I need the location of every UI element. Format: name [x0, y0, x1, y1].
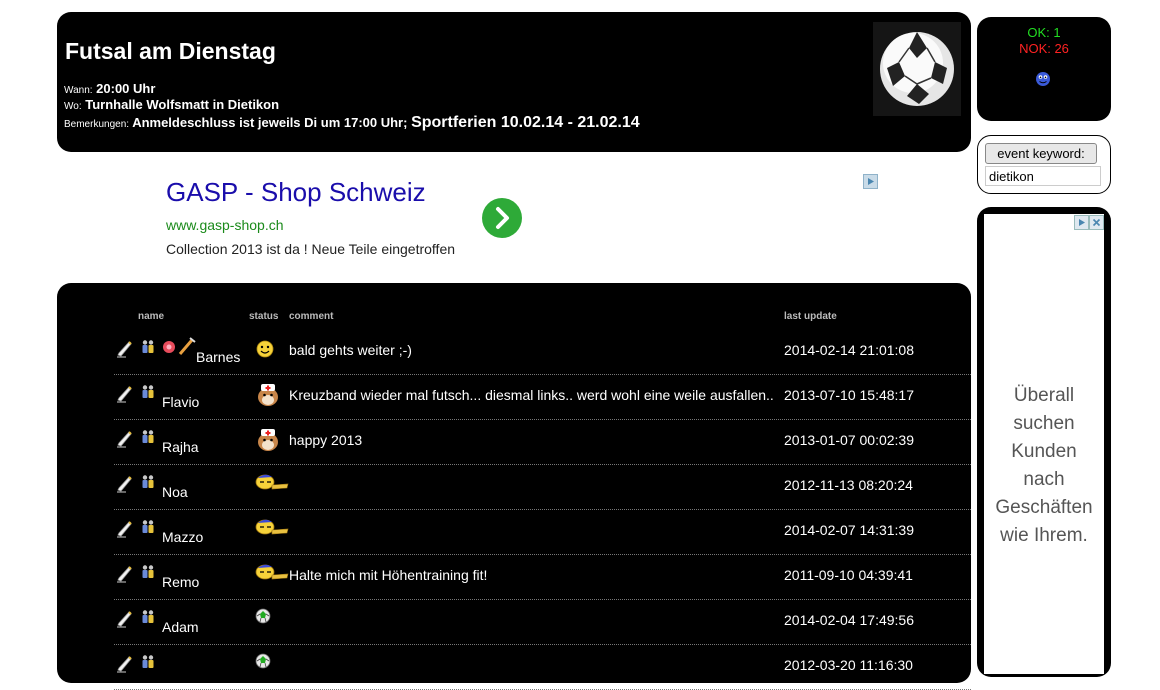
participant-comment: happy 2013 [289, 432, 363, 448]
sleeping-smiley-icon [254, 562, 290, 587]
remarks-value: Anmeldeschluss ist jeweils Di um 17:00 U… [132, 115, 408, 130]
table-row: Adam 2014-02-04 17:49:56 [114, 599, 971, 645]
table-row: Remo Halte mich mit Höhentraining fit! 201… [114, 554, 971, 600]
remarks-highlight: Sportferien 10.02.14 - 21.02.14 [411, 114, 640, 131]
edit-pen-icon[interactable] [116, 430, 134, 453]
people-icon [140, 609, 156, 630]
last-update-date: 2014-02-14 21:01:08 [784, 342, 914, 358]
table-row: Rajha happy 2013 2013-01-07 00:02:39 [114, 419, 971, 465]
table-row: Flavio Kreuzband wieder mal futsch... die… [114, 374, 971, 420]
last-update-date: 2012-03-20 11:16:30 [784, 657, 913, 673]
last-update-date: 2014-02-04 17:49:56 [784, 612, 914, 628]
people-icon [140, 564, 156, 585]
participant-comment: Kreuzband wieder mal futsch... diesmal l… [289, 387, 774, 403]
event-keyword-input[interactable] [985, 166, 1101, 186]
ball-icon [254, 607, 272, 630]
ad-banner[interactable]: GASP - Shop Schweiz www.gasp-shop.ch Col… [160, 172, 880, 267]
participants-table: name status comment last update Barnes ba… [57, 283, 971, 690]
side-ad-line: Geschäften [995, 497, 1093, 518]
side-ad-line: Kunden [1011, 441, 1077, 462]
side-ad-line: nach [1023, 469, 1065, 490]
people-icon [140, 519, 156, 540]
when-value: 20:00 Uhr [96, 81, 156, 96]
edit-pen-icon[interactable] [116, 475, 134, 498]
where-row: Wo: Turnhalle Wolfsmatt in Dietikon [64, 97, 279, 112]
remarks-row: Bemerkungen: Anmeldeschluss ist jeweils … [64, 114, 640, 132]
ad-title-link[interactable]: GASP - Shop Schweiz [166, 177, 426, 208]
last-update-date: 2014-02-07 14:31:39 [784, 522, 914, 538]
table-row: Noa 2012-11-13 08:20:24 [114, 464, 971, 510]
participant-name[interactable]: Flavio [162, 394, 199, 410]
blue-smiley-icon [1036, 72, 1050, 86]
table-row: 2012-03-20 11:16:30 [114, 644, 971, 690]
when-row: Wann: 20:00 Uhr [64, 81, 155, 96]
last-update-date: 2013-07-10 15:48:17 [784, 387, 914, 403]
last-update-date: 2013-01-07 00:02:39 [784, 432, 914, 448]
people-icon [140, 384, 156, 405]
nok-count: NOK: 26 [1019, 41, 1069, 56]
edit-pen-icon[interactable] [116, 340, 134, 363]
where-label: Wo: [64, 101, 82, 112]
edit-pen-icon[interactable] [116, 385, 134, 408]
participant-name[interactable]: Adam [162, 619, 199, 635]
ad-choices-icon[interactable] [863, 174, 878, 189]
participant-name[interactable]: Mazzo [162, 529, 203, 545]
keyword-panel: event keyword: [977, 135, 1111, 194]
people-icon [140, 339, 156, 360]
chevron-right-icon [496, 207, 509, 229]
soccer-ball-image [873, 22, 961, 116]
remarks-label: Bemerkungen: [64, 119, 130, 130]
participant-name[interactable]: Barnes [196, 349, 240, 365]
sleeping-smiley-icon [254, 472, 290, 497]
ad-info-icon[interactable] [1074, 215, 1089, 230]
ad-url-link[interactable]: www.gasp-shop.ch [166, 217, 284, 233]
column-status[interactable]: status [249, 311, 278, 322]
event-title: Futsal am Dienstag [65, 38, 276, 64]
side-ad-line: suchen [1013, 413, 1075, 434]
side-ad-line: wie Ihrem. [1000, 525, 1088, 546]
sleeping-smiley-icon [254, 517, 290, 542]
badges-icon [162, 336, 196, 361]
side-ad-content[interactable]: Überall suchen Kunden nach Geschäften wi… [984, 214, 1104, 674]
edit-pen-icon[interactable] [116, 655, 134, 678]
participant-comment: Halte mich mit Höhentraining fit! [289, 567, 488, 583]
participant-name[interactable]: Noa [162, 484, 188, 500]
participant-name[interactable]: Rajha [162, 439, 199, 455]
ad-close-icon[interactable] [1089, 215, 1104, 230]
edit-pen-icon[interactable] [116, 520, 134, 543]
ad-description: Collection 2013 ist da ! Neue Teile eing… [166, 241, 456, 257]
event-header: Futsal am Dienstag Wann: 20:00 Uhr Wo: T… [57, 12, 971, 152]
column-last-update[interactable]: last update [784, 311, 837, 322]
table-row: Barnes bald gehts weiter ;-) 2014-02-14 21… [114, 329, 971, 375]
ok-count: OK: 1 [1027, 25, 1061, 40]
status-summary: OK: 1 NOK: 26 [977, 17, 1111, 121]
people-icon [140, 474, 156, 495]
nurse-dog-icon [254, 427, 282, 458]
people-icon [140, 429, 156, 450]
ad-arrow-button[interactable] [482, 198, 522, 238]
column-comment[interactable]: comment [289, 311, 333, 322]
people-icon [140, 654, 156, 675]
side-ad-text: Überall suchen Kunden nach Geschäften wi… [984, 382, 1104, 550]
side-ad[interactable]: Überall suchen Kunden nach Geschäften wi… [977, 207, 1111, 677]
edit-pen-icon[interactable] [116, 565, 134, 588]
participant-name[interactable]: Remo [162, 574, 199, 590]
last-update-date: 2011-09-10 04:39:41 [784, 567, 913, 583]
edit-pen-icon[interactable] [116, 610, 134, 633]
table-header: name status comment last update [57, 311, 957, 325]
side-ad-line: Überall [1013, 385, 1075, 406]
table-row: Mazzo 2014-02-07 14:31:39 [114, 509, 971, 555]
when-label: Wann: [64, 85, 93, 96]
event-keyword-button[interactable]: event keyword: [985, 143, 1097, 164]
where-value: Turnhalle Wolfsmatt in Dietikon [85, 97, 280, 112]
column-name[interactable]: name [138, 311, 164, 322]
participant-comment: bald gehts weiter ;-) [289, 342, 412, 358]
happy-smiley-icon [254, 337, 276, 364]
ball-icon [254, 652, 272, 675]
last-update-date: 2012-11-13 08:20:24 [784, 477, 913, 493]
nurse-dog-icon [254, 382, 282, 413]
